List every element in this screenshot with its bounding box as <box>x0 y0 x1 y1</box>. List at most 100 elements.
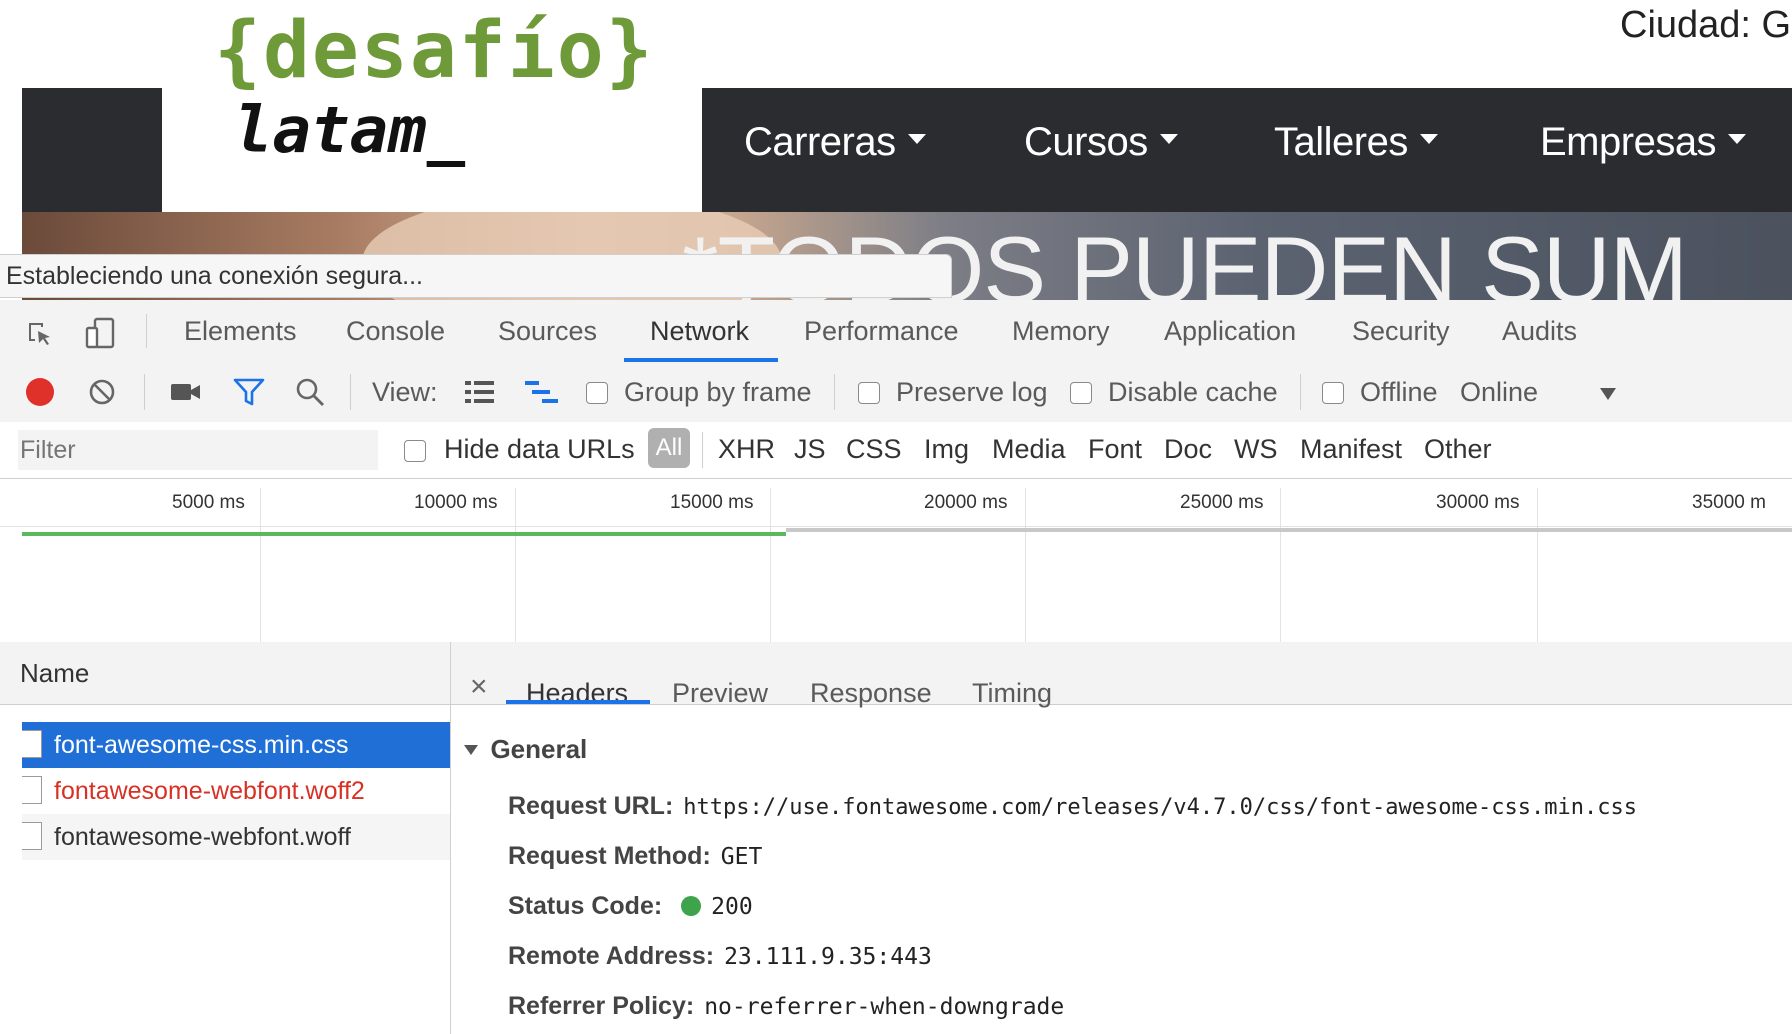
tab-response[interactable]: Response <box>810 678 932 709</box>
type-filter-doc[interactable]: Doc <box>1164 434 1212 465</box>
timeline-gridline <box>1280 488 1281 642</box>
logo-latam[interactable]: latam_ <box>234 94 465 168</box>
request-url-label: Request URL: <box>508 792 674 820</box>
status-code-value: 200 <box>711 894 753 920</box>
group-by-frame-checkbox[interactable] <box>586 382 608 404</box>
offline-label: Offline <box>1360 377 1438 407</box>
timeline-load-bar <box>22 532 786 536</box>
timeline-tick: 5000 ms <box>172 492 245 513</box>
timeline-pending-bar <box>786 528 1792 532</box>
timeline-tick: 25000 ms <box>1180 492 1264 513</box>
timeline-ruler-border <box>0 526 1792 527</box>
disable-cache-checkbox[interactable] <box>1070 382 1092 404</box>
nav-carreras-label: Carreras <box>744 120 896 164</box>
large-request-rows-icon[interactable] <box>464 378 496 406</box>
timeline-tick: 20000 ms <box>924 492 1008 513</box>
nav-empresas[interactable]: Empresas <box>1540 120 1747 165</box>
tab-headers[interactable]: Headers <box>526 678 628 709</box>
inspect-element-icon[interactable] <box>26 320 54 348</box>
close-detail-icon[interactable]: × <box>470 672 488 702</box>
type-filter-other[interactable]: Other <box>1424 434 1492 465</box>
toolbar-separator <box>1300 374 1301 410</box>
type-filter-img[interactable]: Img <box>924 434 969 465</box>
status-code-row: Status Code: 200 <box>508 892 753 921</box>
timeline-gridline <box>1025 488 1026 642</box>
waterfall-overview-icon[interactable] <box>524 378 560 406</box>
caret-down-icon <box>1159 134 1178 145</box>
request-name: font-awesome-css.min.css <box>54 731 349 759</box>
timeline-tick: 35000 m <box>1692 492 1766 513</box>
tab-sources[interactable]: Sources <box>498 316 597 347</box>
request-row[interactable]: fontawesome-webfont.woff <box>22 814 450 860</box>
type-filter-ws[interactable]: WS <box>1234 434 1278 465</box>
tab-network[interactable]: Network <box>650 316 749 347</box>
tab-security[interactable]: Security <box>1352 316 1450 347</box>
toolbar-separator <box>834 374 835 410</box>
request-method-label: Request Method: <box>508 842 711 870</box>
filter-input[interactable] <box>18 430 378 470</box>
nav-carreras[interactable]: Carreras <box>744 120 926 165</box>
timeline-gridline <box>260 488 261 642</box>
filter-funnel-icon[interactable] <box>232 376 266 408</box>
tab-console[interactable]: Console <box>346 316 445 347</box>
view-label: View: <box>372 377 438 407</box>
tab-separator <box>146 314 147 348</box>
record-icon[interactable] <box>26 378 54 406</box>
timeline-overview[interactable] <box>0 480 1792 643</box>
type-filter-xhr[interactable]: XHR <box>718 434 775 465</box>
screenshot-camera-icon[interactable] <box>170 380 202 404</box>
type-filter-js[interactable]: JS <box>794 434 826 465</box>
clear-icon[interactable] <box>88 378 116 406</box>
file-document-icon <box>22 822 42 850</box>
tab-timing[interactable]: Timing <box>972 678 1052 709</box>
request-row-selected[interactable]: font-awesome-css.min.css <box>22 722 450 768</box>
throttling-select[interactable]: Online <box>1460 377 1538 408</box>
type-filter-css[interactable]: CSS <box>846 434 902 465</box>
throttling-dropdown-arrow-icon[interactable] <box>1600 388 1616 400</box>
nav-cursos-label: Cursos <box>1024 120 1148 164</box>
remote-address-value: 23.111.9.35:443 <box>724 944 932 970</box>
tab-performance[interactable]: Performance <box>804 316 959 347</box>
type-filter-media[interactable]: Media <box>992 434 1066 465</box>
offline-checkbox[interactable] <box>1322 382 1344 404</box>
tab-audits[interactable]: Audits <box>1502 316 1577 347</box>
active-detail-tab-underline <box>506 700 650 704</box>
request-url-value: https://use.fontawesome.com/releases/v4.… <box>683 795 1637 820</box>
request-url-row: Request URL: https://use.fontawesome.com/… <box>508 792 1637 821</box>
nav-talleres-label: Talleres <box>1274 120 1408 164</box>
caret-down-icon <box>1419 134 1438 145</box>
type-filter-all-label: All <box>655 434 683 461</box>
nav-talleres[interactable]: Talleres <box>1274 120 1438 165</box>
tab-application[interactable]: Application <box>1164 316 1296 347</box>
city-label[interactable]: Ciudad: G <box>1620 4 1791 47</box>
caret-down-icon <box>907 134 926 145</box>
preserve-log-checkbox[interactable] <box>858 382 880 404</box>
preserve-log-label: Preserve log <box>896 377 1048 407</box>
type-filter-manifest[interactable]: Manifest <box>1300 434 1402 465</box>
search-icon[interactable] <box>294 376 326 408</box>
timeline-tick: 30000 ms <box>1436 492 1520 513</box>
name-column-header[interactable]: Name <box>20 658 89 689</box>
referrer-policy-value: no-referrer-when-downgrade <box>704 994 1065 1020</box>
nav-cursos[interactable]: Cursos <box>1024 120 1178 165</box>
connection-status-text: Estableciendo una conexión segura... <box>6 262 423 290</box>
hide-data-urls-checkbox[interactable] <box>404 440 426 462</box>
tab-preview[interactable]: Preview <box>672 678 768 709</box>
general-section-title: General <box>490 734 588 764</box>
remote-address-label: Remote Address: <box>508 942 715 970</box>
detail-tab-strip <box>451 642 1792 705</box>
request-row-error[interactable]: fontawesome-webfont.woff2 <box>22 768 450 814</box>
status-ok-dot-icon <box>681 896 702 916</box>
connection-status-bubble: Estableciendo una conexión segura... <box>0 254 952 298</box>
general-section-toggle[interactable]: General <box>464 734 587 765</box>
device-toolbar-icon[interactable] <box>84 316 118 350</box>
nav-empresas-label: Empresas <box>1540 120 1717 164</box>
tab-memory[interactable]: Memory <box>1012 316 1110 347</box>
type-filter-font[interactable]: Font <box>1088 434 1142 465</box>
nav-bar-left <box>22 88 162 212</box>
referrer-policy-label: Referrer Policy: <box>508 992 695 1020</box>
logo-desafio[interactable]: {desafío} <box>214 6 655 96</box>
toolbar-separator <box>144 374 145 410</box>
type-filter-all[interactable]: All <box>648 428 690 468</box>
tab-elements[interactable]: Elements <box>184 316 297 347</box>
